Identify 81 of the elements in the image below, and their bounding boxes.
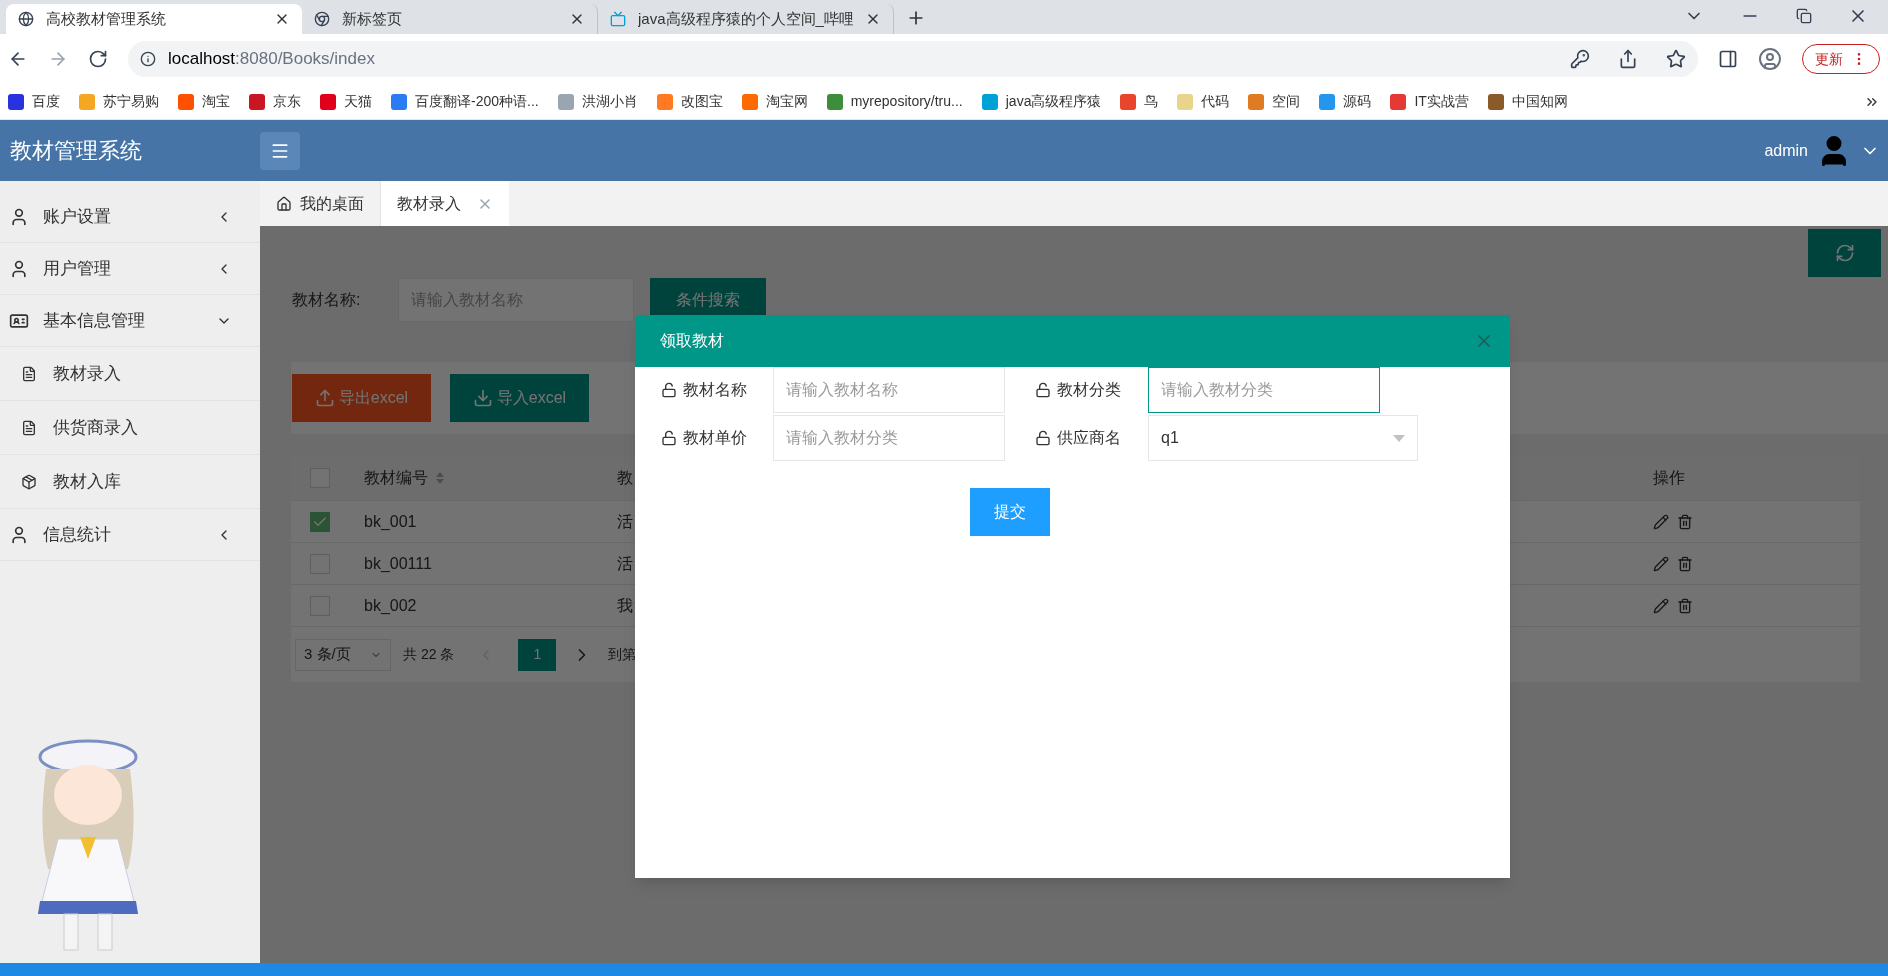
user-name[interactable]: admin: [1764, 138, 1808, 163]
key-icon[interactable]: [1570, 49, 1590, 69]
profile-icon[interactable]: [1758, 47, 1782, 71]
page-size-select[interactable]: 3 条/页: [295, 638, 391, 671]
url-text: localhost:8080/Books/index: [168, 48, 375, 71]
table-cell: 活: [617, 512, 633, 530]
table-cell: 我: [617, 596, 633, 614]
lock-icon: [661, 382, 677, 398]
tv-icon: [610, 11, 626, 27]
total-count: 共 22 条: [403, 645, 455, 664]
page-tab[interactable]: 教材录入: [381, 181, 509, 226]
chrome-icon: [314, 11, 330, 27]
table-cell: 活: [617, 554, 633, 572]
box-icon: [21, 473, 37, 490]
goto-label: 到第: [608, 645, 637, 664]
user-icon: [9, 206, 29, 227]
column-header: 教: [617, 469, 633, 486]
delete-icon[interactable]: [1677, 597, 1693, 614]
bookmark[interactable]: 百度: [8, 91, 60, 112]
bookmark[interactable]: IT实战营: [1390, 91, 1469, 112]
edit-icon[interactable]: [1653, 513, 1669, 530]
bookmark[interactable]: 空间: [1248, 91, 1301, 112]
reload-icon[interactable]: [88, 49, 108, 69]
browser-tab[interactable]: 高校教材管理系统: [6, 4, 302, 34]
browser-tab[interactable]: java高级程序猿的个人空间_哔哩: [598, 4, 894, 34]
search-label: 教材名称:: [292, 290, 362, 310]
input-field[interactable]: 请输入教材分类: [1148, 367, 1380, 413]
bookmark[interactable]: 中国知网: [1487, 91, 1568, 112]
table-cell: bk_00111: [364, 554, 432, 572]
lock-icon: [661, 430, 677, 446]
field-label: 教材名称: [683, 380, 747, 400]
menu-button[interactable]: [260, 131, 300, 170]
bookmark[interactable]: 淘宝: [178, 91, 230, 112]
info-icon[interactable]: [140, 51, 156, 67]
edit-icon[interactable]: [1653, 555, 1669, 572]
bookmark[interactable]: 京东: [249, 91, 301, 112]
field-label: 教材分类: [1057, 380, 1121, 400]
bookmark[interactable]: java高级程序猿: [981, 91, 1102, 112]
browser-tab[interactable]: 新标签页: [302, 4, 598, 34]
dialog-title: 领取教材: [660, 331, 725, 351]
table-cell: bk_001: [364, 512, 417, 530]
restore-icon[interactable]: [1796, 8, 1812, 24]
bookmark[interactable]: 天猫: [320, 91, 372, 112]
address-bar[interactable]: localhost:8080/Books/index: [128, 41, 1698, 77]
refresh-icon: [1834, 243, 1855, 263]
bookmark[interactable]: myrepository/tru...: [826, 91, 963, 112]
document-icon: [21, 419, 37, 436]
user-icon: [9, 258, 29, 279]
user-icon: [9, 524, 29, 545]
app-title: 教材管理系统: [9, 137, 143, 165]
bookmark[interactable]: 源码: [1319, 91, 1372, 112]
document-icon: [21, 365, 37, 382]
lock-icon: [1035, 382, 1051, 398]
bookmark[interactable]: 鸟: [1120, 91, 1159, 112]
column-header: 操作: [1653, 469, 1685, 486]
field-label: 教材单价: [683, 428, 747, 448]
download-icon: [472, 388, 493, 408]
tab-title: 高校教材管理系统: [46, 8, 167, 29]
table-cell: bk_002: [364, 596, 417, 614]
upload-icon: [314, 388, 335, 408]
bookmark[interactable]: 改图宝: [656, 91, 723, 112]
bookmark[interactable]: 百度翻译-200种语...: [391, 91, 539, 112]
bookmark[interactable]: 洪湖小肖: [557, 91, 638, 112]
checkbox[interactable]: [309, 511, 330, 532]
field-label: 供应商名: [1057, 428, 1121, 448]
delete-icon[interactable]: [1677, 513, 1693, 530]
column-header[interactable]: 教材编号: [364, 466, 428, 490]
side-panel-icon[interactable]: [1718, 49, 1738, 69]
lock-icon: [1035, 430, 1051, 446]
share-icon[interactable]: [1618, 49, 1638, 69]
tab-title: java高级程序猿的个人空间_哔哩: [638, 8, 853, 29]
bookmark[interactable]: 代码: [1177, 91, 1230, 112]
delete-icon[interactable]: [1677, 555, 1693, 572]
supplier-select[interactable]: q1: [1148, 415, 1418, 461]
globe-icon: [18, 11, 34, 27]
bookmark[interactable]: 苏宁易购: [79, 91, 159, 112]
bookmark[interactable]: 淘宝网: [741, 91, 808, 112]
home-icon: [276, 195, 292, 212]
star-icon[interactable]: [1666, 49, 1686, 69]
tab-title: 新标签页: [342, 8, 403, 29]
edit-icon[interactable]: [1653, 597, 1669, 614]
